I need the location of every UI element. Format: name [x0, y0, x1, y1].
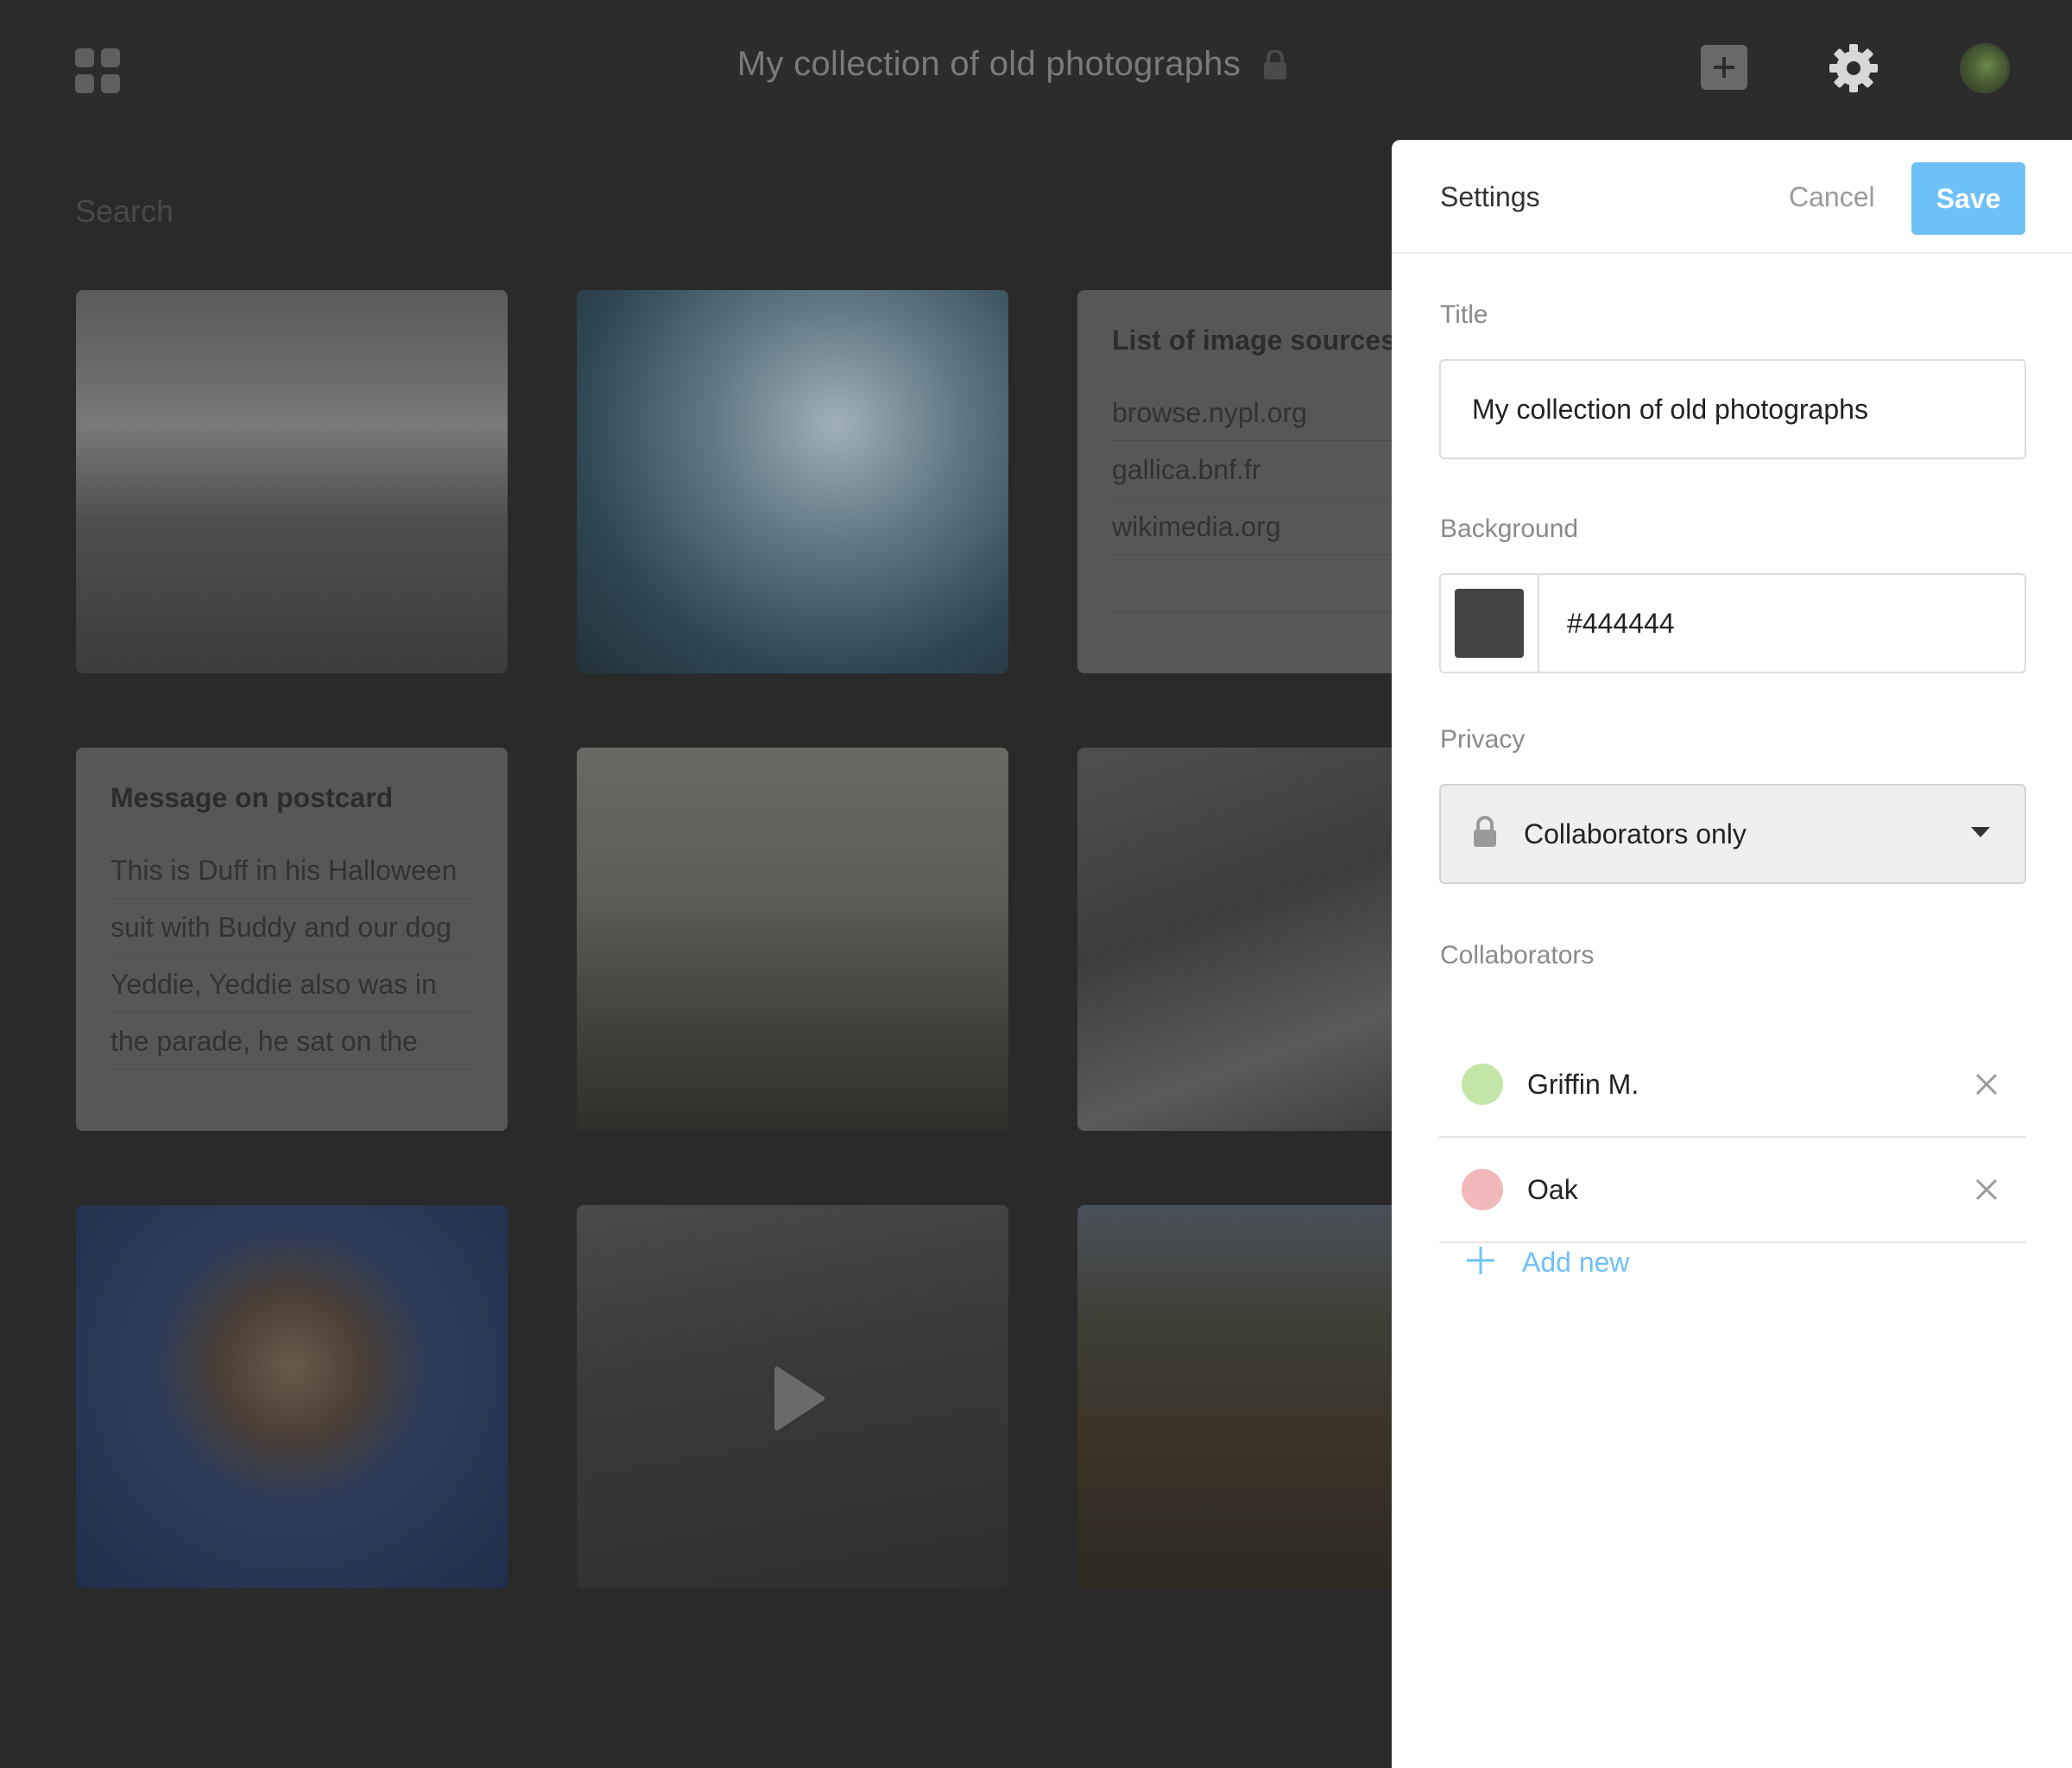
collaborator-avatar	[1462, 1169, 1503, 1210]
privacy-value: Collaborators only	[1524, 818, 1747, 849]
save-button[interactable]: Save	[1911, 162, 2025, 235]
privacy-select[interactable]: Collaborators only	[1439, 784, 2026, 884]
video-card[interactable]	[577, 1205, 1008, 1588]
color-swatch-button[interactable]	[1441, 575, 1539, 672]
settings-header: Settings Cancel Save	[1392, 140, 2072, 254]
gear-icon[interactable]	[1829, 43, 1879, 93]
collaborator-avatar	[1462, 1064, 1503, 1105]
text-card-line: the parade, he sat on the	[111, 1013, 473, 1070]
page-title[interactable]: My collection of old photographs	[737, 45, 1241, 84]
close-icon[interactable]	[1973, 1176, 2000, 1203]
text-card-line: This is Duff in his Halloween	[111, 842, 473, 899]
plus-icon	[1465, 1245, 1496, 1280]
title-field[interactable]	[1439, 359, 2026, 459]
settings-panel: Settings Cancel Save Title Background Pr…	[1392, 140, 2072, 1768]
collaborators-label: Collaborators	[1440, 941, 1595, 969]
text-card-line: suit with Buddy and our dog	[111, 899, 473, 956]
photo-card[interactable]	[577, 290, 1008, 673]
photo-card[interactable]	[76, 290, 508, 673]
settings-title: Settings	[1440, 181, 1540, 212]
close-icon[interactable]	[1973, 1070, 2000, 1098]
privacy-label: Privacy	[1440, 725, 1526, 754]
collaborator-row: Oak	[1439, 1138, 2026, 1243]
lock-icon	[1263, 49, 1287, 79]
photo-card[interactable]	[577, 748, 1008, 1131]
lock-icon	[1472, 815, 1498, 853]
search-input[interactable]	[75, 188, 593, 235]
chevron-down-icon	[1971, 826, 1990, 842]
photo-card[interactable]	[76, 1205, 508, 1588]
add-collaborator-button[interactable]: Add new	[1439, 1231, 1630, 1293]
background-label: Background	[1440, 515, 1579, 543]
background-hex-input[interactable]	[1539, 575, 2025, 672]
top-bar: My collection of old photographs	[0, 0, 2072, 138]
collaborator-row: Griffin M.	[1439, 1032, 2026, 1138]
add-new-label: Add new	[1522, 1246, 1630, 1278]
background-field	[1439, 573, 2026, 673]
color-swatch	[1455, 589, 1524, 658]
text-card-title: Message on postcard	[111, 782, 394, 813]
collaborator-name: Oak	[1527, 1173, 1578, 1205]
text-card-postcard[interactable]: Message on postcard This is Duff in his …	[76, 748, 508, 1131]
add-icon[interactable]	[1701, 45, 1747, 90]
cancel-button[interactable]: Cancel	[1789, 174, 1875, 219]
avatar[interactable]	[1960, 43, 2010, 93]
play-icon[interactable]	[774, 1366, 825, 1436]
title-label: Title	[1440, 300, 1488, 329]
text-card-line: Yeddie, Yeddie also was in	[111, 956, 473, 1013]
collaborator-name: Griffin M.	[1527, 1068, 1639, 1100]
